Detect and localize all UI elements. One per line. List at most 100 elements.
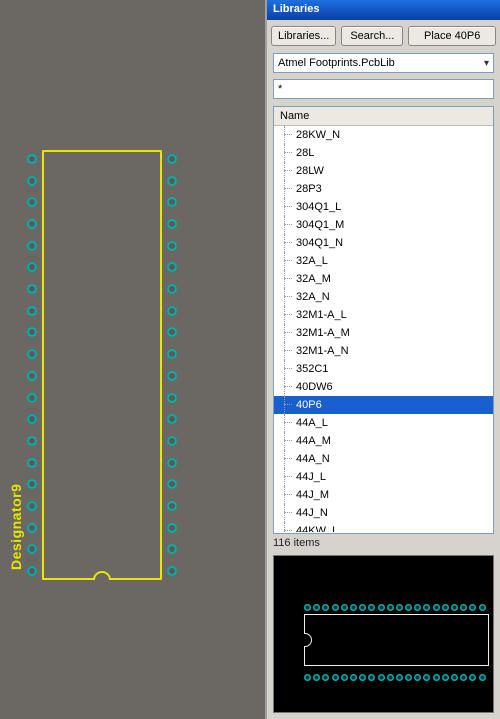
pad: [167, 414, 177, 424]
list-item[interactable]: 304Q1_N: [274, 234, 493, 252]
pad: [27, 327, 37, 337]
preview-pad: [368, 674, 375, 681]
footprint-list-items[interactable]: 28KW_N28L28LW28P3304Q1_L304Q1_M304Q1_N32…: [274, 126, 493, 532]
panel-toolbar: Libraries... Search... Place 40P6: [267, 20, 500, 50]
preview-pad: [350, 604, 357, 611]
pad: [167, 458, 177, 468]
footprint-40p6: [27, 150, 177, 580]
libraries-panel: Libraries Libraries... Search... Place 4…: [265, 0, 500, 719]
list-item[interactable]: 44A_N: [274, 450, 493, 468]
list-item[interactable]: 32M1-A_L: [274, 306, 493, 324]
preview-pad: [396, 604, 403, 611]
pcb-editor-canvas[interactable]: Designator9: [0, 0, 265, 719]
pad: [27, 284, 37, 294]
preview-pad: [433, 604, 440, 611]
preview-pad: [479, 674, 486, 681]
list-item[interactable]: 304Q1_M: [274, 216, 493, 234]
list-item[interactable]: 32A_N: [274, 288, 493, 306]
filter-value: *: [278, 83, 282, 95]
list-item[interactable]: 44J_L: [274, 468, 493, 486]
preview-pad: [442, 604, 449, 611]
list-item[interactable]: 32A_L: [274, 252, 493, 270]
preview-pads-top: [304, 602, 489, 614]
preview-pad: [460, 604, 467, 611]
preview-pad: [313, 674, 320, 681]
preview-pad: [304, 604, 311, 611]
filter-input[interactable]: *: [273, 79, 494, 99]
preview-pad: [433, 674, 440, 681]
preview-pad: [469, 604, 476, 611]
preview-pad: [378, 674, 385, 681]
pad: [167, 262, 177, 272]
column-header-name[interactable]: Name: [274, 107, 493, 126]
pad: [27, 458, 37, 468]
pad: [27, 566, 37, 576]
preview-outline: [304, 614, 489, 666]
preview-pad: [341, 674, 348, 681]
pad: [167, 176, 177, 186]
list-item[interactable]: 44A_M: [274, 432, 493, 450]
list-item[interactable]: 32M1-A_N: [274, 342, 493, 360]
preview-pad: [423, 604, 430, 611]
list-item[interactable]: 32M1-A_M: [274, 324, 493, 342]
list-item[interactable]: 352C1: [274, 360, 493, 378]
list-item[interactable]: 304Q1_L: [274, 198, 493, 216]
pad: [27, 523, 37, 533]
preview-pad: [332, 604, 339, 611]
preview-pad: [469, 674, 476, 681]
library-dropdown[interactable]: Atmel Footprints.PcbLib ▾: [273, 53, 494, 73]
panel-title: Libraries: [267, 0, 500, 20]
preview-pad: [423, 674, 430, 681]
pad: [27, 176, 37, 186]
preview-pad: [451, 604, 458, 611]
preview-pad: [322, 674, 329, 681]
pad: [167, 284, 177, 294]
preview-pad: [451, 674, 458, 681]
preview-pad: [332, 674, 339, 681]
list-item[interactable]: 40DW6: [274, 378, 493, 396]
pad: [27, 393, 37, 403]
list-item[interactable]: 44A_L: [274, 414, 493, 432]
preview-pad: [396, 674, 403, 681]
preview-pad: [387, 604, 394, 611]
preview-pad: [341, 604, 348, 611]
pad: [27, 197, 37, 207]
preview-pad: [350, 674, 357, 681]
pad: [27, 414, 37, 424]
pin1-notch: [93, 571, 111, 580]
pad: [167, 566, 177, 576]
pad: [27, 262, 37, 272]
list-item[interactable]: 28LW: [274, 162, 493, 180]
preview-pads-bottom: [304, 672, 489, 684]
libraries-button[interactable]: Libraries...: [271, 26, 336, 46]
pad: [167, 349, 177, 359]
pad: [27, 479, 37, 489]
list-item[interactable]: 32A_M: [274, 270, 493, 288]
pad: [167, 197, 177, 207]
preview-pad: [460, 674, 467, 681]
pad: [167, 479, 177, 489]
preview-pad: [442, 674, 449, 681]
preview-pad: [414, 674, 421, 681]
footprint-preview[interactable]: [273, 555, 494, 713]
list-item[interactable]: 44J_M: [274, 486, 493, 504]
list-item[interactable]: 28L: [274, 144, 493, 162]
list-item[interactable]: 40P6: [274, 396, 493, 414]
search-button[interactable]: Search...: [341, 26, 403, 46]
list-item[interactable]: 44KW_L: [274, 522, 493, 532]
preview-pad: [359, 674, 366, 681]
library-dropdown-value: Atmel Footprints.PcbLib: [278, 57, 395, 69]
preview-pad: [414, 604, 421, 611]
list-item[interactable]: 44J_N: [274, 504, 493, 522]
place-button[interactable]: Place 40P6: [408, 26, 496, 46]
preview-pad: [378, 604, 385, 611]
pad: [167, 523, 177, 533]
list-item[interactable]: 28KW_N: [274, 126, 493, 144]
designator-label: Designator9: [8, 484, 24, 570]
list-item[interactable]: 28P3: [274, 180, 493, 198]
preview-pad: [313, 604, 320, 611]
preview-pad: [405, 674, 412, 681]
preview-pad: [322, 604, 329, 611]
pad: [27, 544, 37, 554]
pad: [27, 501, 37, 511]
